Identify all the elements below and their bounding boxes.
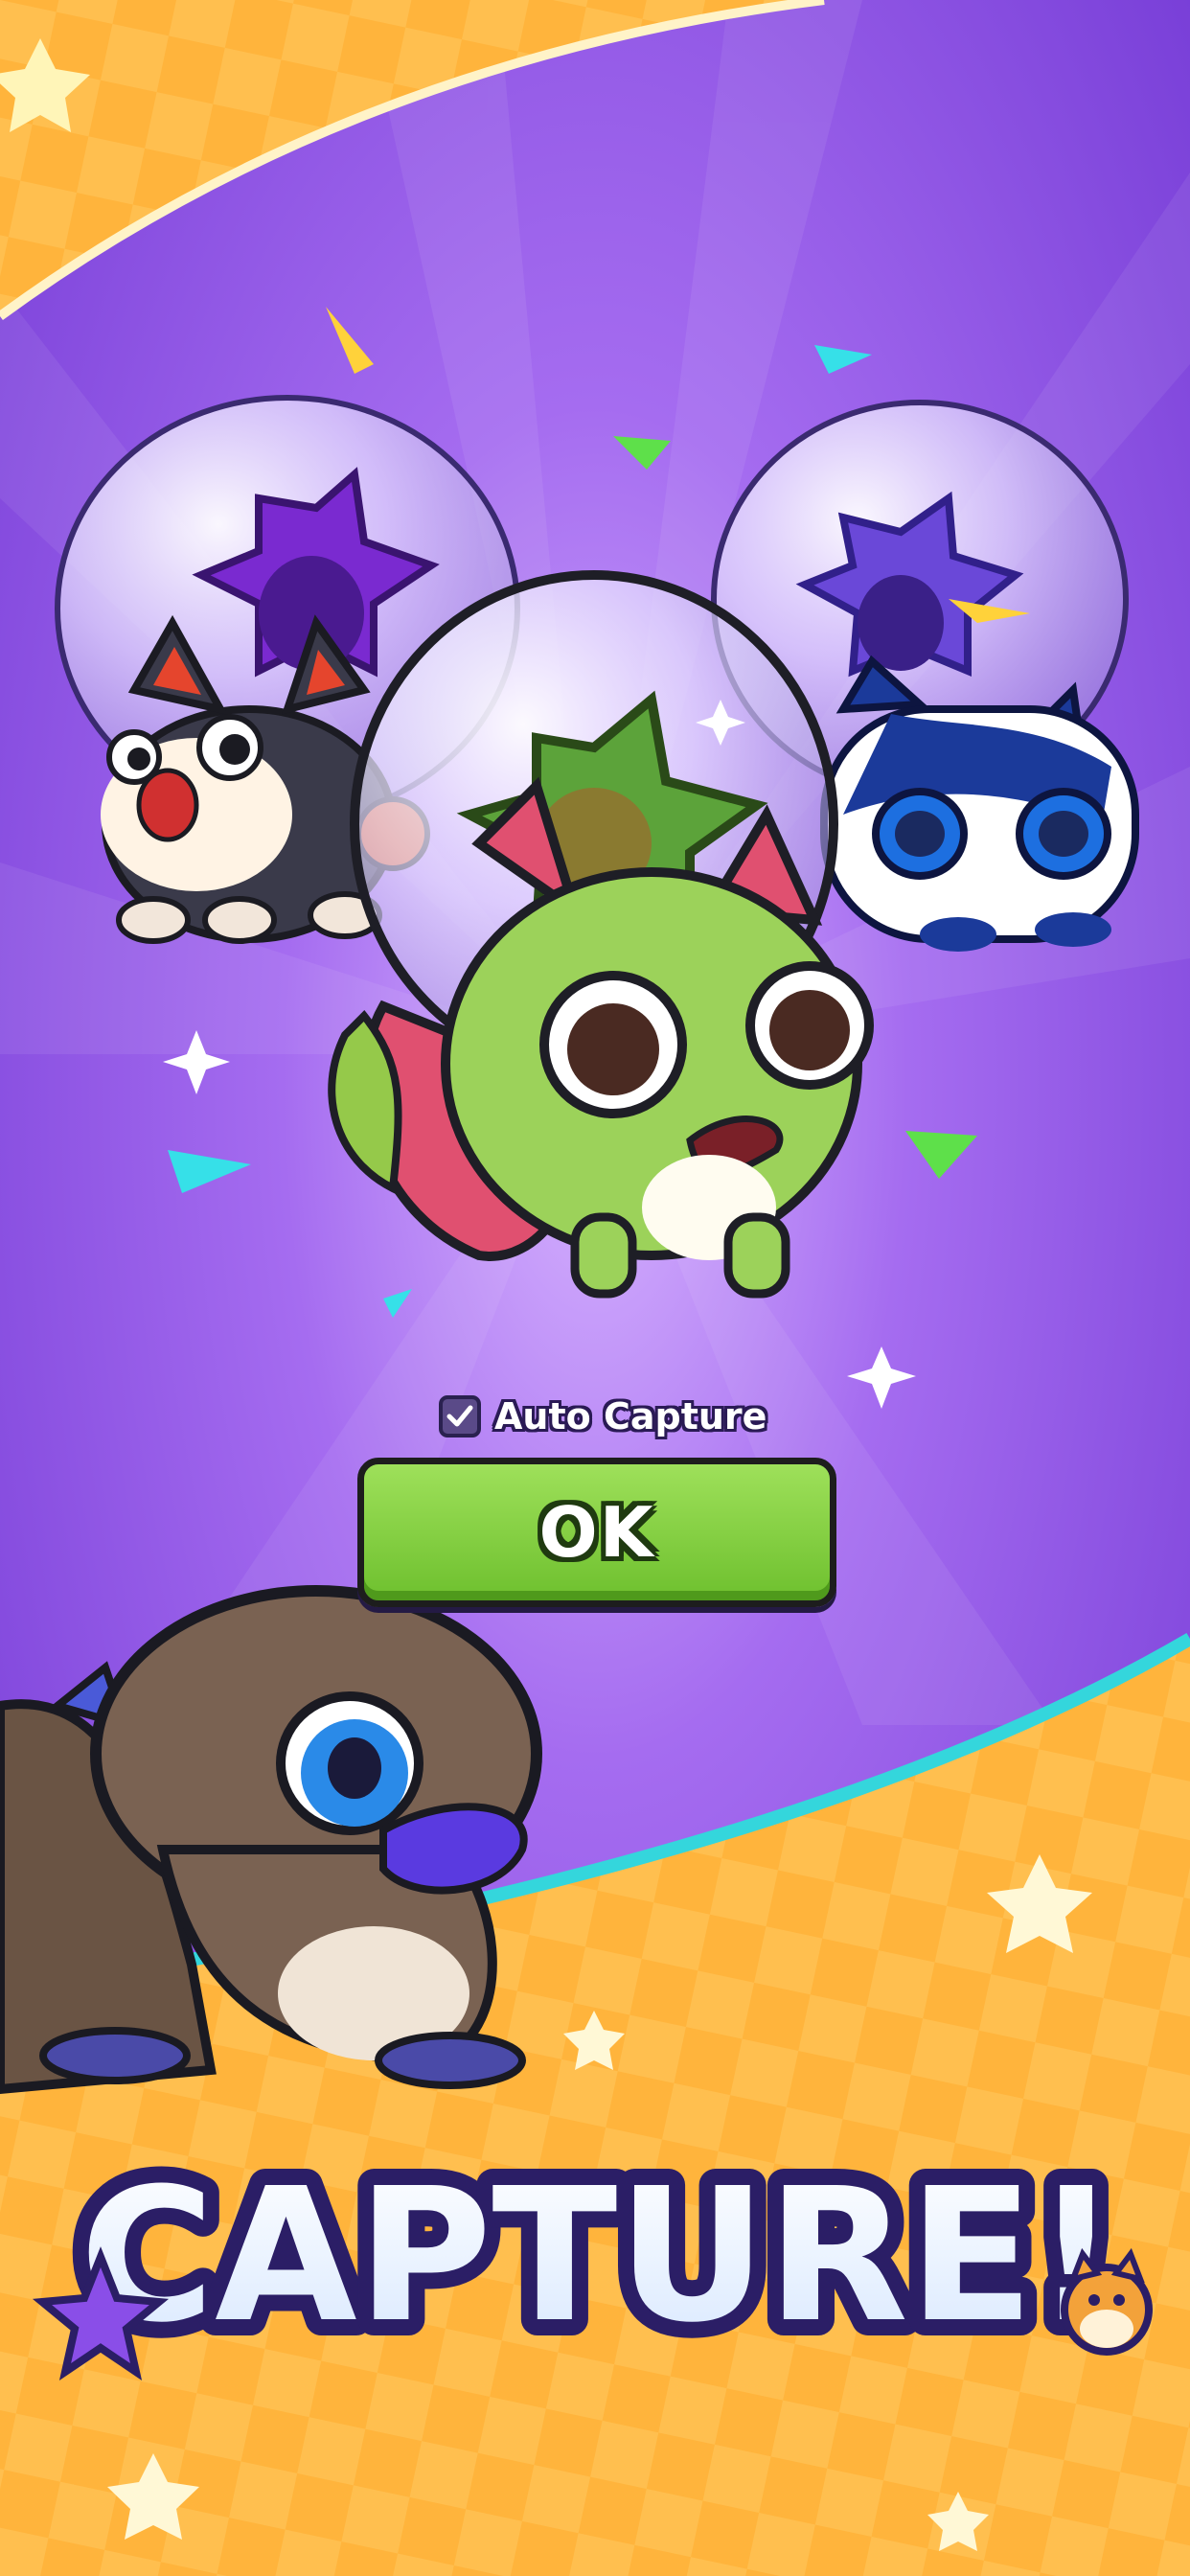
hamster-mascot-icon [1061,2247,1153,2356]
auto-capture-label: Auto Capture [494,1395,767,1438]
ok-button[interactable]: OK [357,1458,836,1607]
checkmark-icon [446,1405,473,1427]
capture-scene: CAPTURE! [0,0,1190,2576]
capture-title-logo: CAPTURE! [32,2133,1153,2380]
capture-title: CAPTURE! [80,2150,1118,2363]
auto-capture-checkbox[interactable] [439,1395,481,1438]
ok-button-label: OK [538,1492,655,1573]
auto-capture-toggle[interactable]: Auto Capture [439,1388,767,1445]
